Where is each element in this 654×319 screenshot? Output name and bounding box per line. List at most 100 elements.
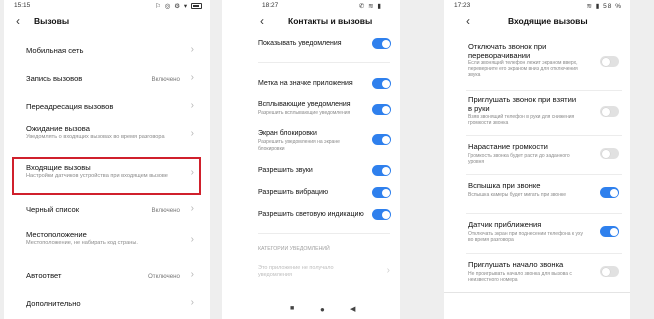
item-label: Экран блокировки: [258, 130, 317, 137]
toggle-row-volume-rise[interactable]: Нарастание громкости Громкость звонка бу…: [444, 142, 630, 174]
toggle-switch[interactable]: [372, 78, 391, 89]
item-label: Вспышка при звонке: [468, 181, 541, 190]
divider: [466, 174, 622, 175]
item-label: Нарастание громкости: [468, 142, 548, 151]
item-label: Черный список: [26, 205, 80, 214]
system-nav-bar: ■ ● ◀: [222, 301, 400, 319]
item-label: Местоположение: [26, 230, 87, 239]
item-description: Местоположение, не набирать код страны.: [26, 240, 138, 246]
divider: [466, 213, 622, 214]
item-label: Разрешить вибрацию: [258, 189, 329, 196]
toggle-row-allow-sounds[interactable]: Разрешить звуки: [222, 163, 400, 181]
divider: [466, 90, 622, 91]
toggle-row-app-badge[interactable]: Метка на значке приложения: [222, 76, 400, 94]
status-time: 15:15: [14, 2, 31, 9]
item-description: Это приложение не получало уведомления: [258, 265, 334, 278]
item-value: Включено: [151, 76, 180, 83]
chevron-right-icon: ›: [190, 44, 194, 55]
status-time: 18:27: [262, 2, 279, 9]
toggle-switch[interactable]: [600, 266, 619, 277]
status-icons: ⚐ ◎ ⚙ ▾: [155, 2, 202, 10]
chevron-right-icon: ›: [190, 269, 194, 280]
item-description: Разрешить всплывающие уведомления: [258, 110, 351, 116]
toggle-row-mute-call-start[interactable]: Приглушать начало звонка Не проигрывать …: [444, 260, 630, 292]
toggle-switch[interactable]: [600, 226, 619, 237]
header: ‹ Контакты и вызовы: [222, 12, 400, 32]
toggle-row-popup-notifications[interactable]: Всплывающие уведомления Разрешить всплыв…: [222, 99, 400, 121]
settings-item-call-forwarding[interactable]: Переадресация вызовов ›: [4, 94, 210, 122]
item-description: Уведомлять о входящих вызовах во время р…: [26, 134, 165, 140]
page-title: Вызовы: [34, 16, 70, 26]
settings-item-autoanswer[interactable]: Автоответ Отключено ›: [4, 264, 210, 290]
toggle-switch[interactable]: [372, 134, 391, 145]
settings-item-blacklist[interactable]: Черный список Включено ›: [4, 198, 210, 224]
item-description: Вспышка камеры будет мигать при звонке: [468, 192, 567, 198]
toggle-switch[interactable]: [372, 187, 391, 198]
item-description: Громкость звонка будет расти до заданног…: [468, 153, 570, 165]
item-label: Разрешить звуки: [258, 167, 313, 174]
item-label: Всплывающие уведомления: [258, 101, 351, 108]
item-label: Отключать звонок при переворачивании: [468, 42, 547, 60]
chevron-right-icon: ›: [190, 203, 194, 214]
toggle-row-lock-screen[interactable]: Экран блокировки Разрешить уведомления н…: [222, 128, 400, 154]
category-empty-note[interactable]: Это приложение не получало уведомления ›: [222, 262, 400, 284]
item-value: Отключено: [147, 273, 180, 280]
chevron-right-icon: ›: [190, 297, 194, 308]
back-arrow-icon[interactable]: ‹: [466, 15, 478, 27]
item-label: Запись вызовов: [26, 74, 83, 83]
toggle-switch[interactable]: [600, 106, 619, 117]
recents-icon[interactable]: ■: [290, 305, 294, 312]
item-label: Мобильная сеть: [26, 46, 84, 55]
settings-item-call-waiting[interactable]: Ожидание вызова Уведомлять о входящих вы…: [4, 120, 210, 156]
toggle-switch[interactable]: [372, 104, 391, 115]
chevron-right-icon: ›: [190, 100, 194, 111]
toggle-switch[interactable]: [600, 56, 619, 67]
toggle-row-mute-on-flip[interactable]: Отключать звонок при переворачивании Есл…: [444, 42, 630, 86]
item-label: Приглушать начало звонка: [468, 260, 564, 269]
item-label: Ожидание вызова: [26, 124, 90, 133]
divider: [466, 253, 622, 254]
toggle-row-allow-led[interactable]: Разрешить световую индикацию: [222, 207, 400, 225]
status-bar: 18:27 ✆ ≋ ▮: [222, 0, 400, 12]
toggle-row-show-notifications[interactable]: Показывать уведомления: [222, 36, 400, 54]
highlight-frame: [12, 157, 201, 195]
status-bar: 17:23 ≋ ▮ 58 %: [444, 0, 630, 12]
item-description: Если звонящий телефон лежит экраном ввер…: [468, 60, 578, 78]
divider: [258, 62, 390, 63]
settings-item-location[interactable]: Местоположение Местоположение, не набира…: [4, 226, 210, 262]
toggle-switch[interactable]: [372, 38, 391, 49]
item-label: Метка на значке приложения: [258, 80, 353, 87]
toggle-row-mute-on-pickup[interactable]: Приглушать звонок при взятии в руки Взяв…: [444, 95, 630, 133]
toggle-switch[interactable]: [372, 165, 391, 176]
chevron-right-icon: ›: [190, 234, 194, 245]
header: ‹ Вызовы: [4, 12, 210, 32]
toggle-switch[interactable]: [372, 209, 391, 220]
settings-item-mobile-network[interactable]: Мобильная сеть ›: [4, 38, 210, 66]
item-label: Приглушать звонок при взятии в руки: [468, 95, 577, 113]
status-bar: 15:15 ⚐ ◎ ⚙ ▾: [4, 0, 210, 12]
chevron-right-icon: ›: [190, 72, 194, 83]
settings-item-advanced[interactable]: Дополнительно ›: [4, 292, 210, 318]
toggle-row-proximity-sensor[interactable]: Датчик приближения Отключать экран при п…: [444, 220, 630, 252]
back-arrow-icon[interactable]: ‹: [260, 15, 272, 27]
toggle-switch[interactable]: [600, 187, 619, 198]
divider: [466, 135, 622, 136]
toggle-switch[interactable]: [600, 148, 619, 159]
category-header: КАТЕГОРИИ УВЕДОМЛЕНИЙ: [258, 246, 330, 252]
item-description: Отключать экран при поднесении телефона …: [468, 231, 583, 243]
back-nav-icon[interactable]: ◀: [350, 305, 355, 313]
gap-right: [630, 0, 654, 319]
phone-incoming-calls: 17:23 ≋ ▮ 58 % ‹ Входящие вызовы Отключа…: [444, 0, 630, 319]
page-title: Входящие вызовы: [508, 16, 588, 26]
settings-item-call-recording[interactable]: Запись вызовов Включено ›: [4, 66, 210, 94]
home-icon[interactable]: ●: [320, 305, 325, 314]
toggle-row-allow-vibration[interactable]: Разрешить вибрацию: [222, 185, 400, 203]
back-arrow-icon[interactable]: ‹: [16, 15, 28, 27]
phone-contacts-and-calls: 18:27 ✆ ≋ ▮ ‹ Контакты и вызовы Показыва…: [222, 0, 400, 319]
header: ‹ Входящие вызовы: [444, 12, 630, 32]
item-value: Включено: [151, 207, 180, 214]
item-label: Датчик приближения: [468, 220, 542, 229]
item-description: Не проигрывать начало звонка для вызова …: [468, 271, 572, 283]
toggle-row-flash-on-call[interactable]: Вспышка при звонке Вспышка камеры будет …: [444, 181, 630, 213]
item-description: Разрешить уведомления на экране блокиров…: [258, 139, 340, 152]
